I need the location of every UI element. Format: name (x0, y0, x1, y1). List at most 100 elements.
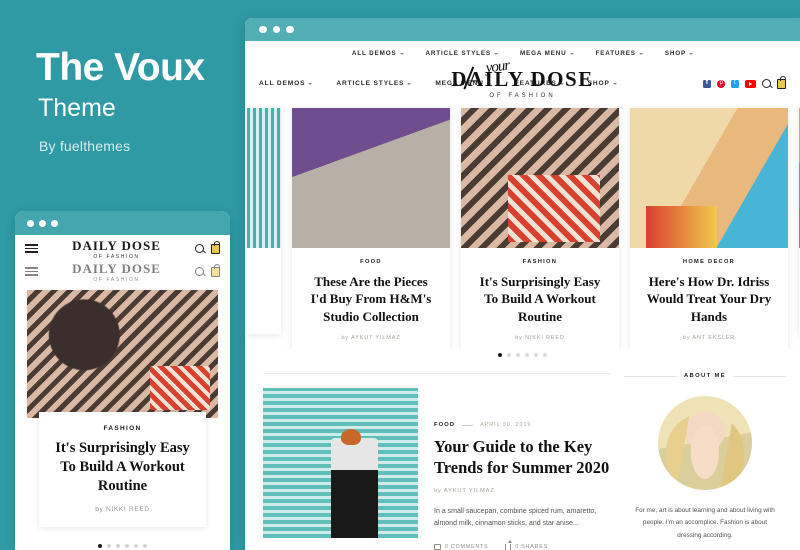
youtube-icon[interactable] (745, 79, 756, 88)
site-logo[interactable]: DAILY DOSE your OF FASHION (451, 57, 593, 98)
chevron-down-icon (612, 82, 617, 85)
promo-subtitle: Theme (38, 94, 116, 122)
minimize-dot-icon[interactable] (272, 25, 280, 34)
featured-carousel: FOOD These Are the Pieces I'd Buy From H… (245, 104, 800, 349)
avatar (658, 396, 752, 490)
carousel-dot[interactable] (116, 543, 120, 548)
nav-top-item-article-styles[interactable]: ARTICLE STYLES (426, 50, 498, 57)
mobile-header-icons (195, 240, 220, 254)
meta-divider (462, 424, 474, 426)
card-title[interactable]: Here's How Dr. Idriss Would Treat Your D… (643, 273, 775, 325)
card-title[interactable]: It's Surprisingly Easy To Build A Workou… (474, 273, 606, 325)
mobile-card-author: by NIKKI REED (95, 505, 150, 513)
twitter-icon[interactable] (731, 79, 739, 88)
mobile-header-icons-sticky (195, 263, 220, 277)
nav-label: MEGA MENU (519, 50, 567, 57)
nav-top-item-mega-menu[interactable]: MEGA MENU (520, 50, 574, 57)
mobile-mockup: DAILY DOSE OF FASHION DAILY DOSE OF FASH… (15, 211, 230, 550)
search-icon[interactable] (762, 79, 771, 88)
desktop-mockup: ALL DEMOS ARTICLE STYLES MEGA MENU FEATU… (245, 18, 800, 550)
chevron-down-icon (399, 52, 404, 55)
close-dot-icon[interactable] (259, 25, 267, 34)
mobile-featured-card[interactable]: FASHION It's Surprisingly Easy To Build … (39, 412, 206, 527)
carousel-card-1[interactable]: FOOD These Are the Pieces I'd Buy From H… (292, 108, 450, 349)
carousel-dot[interactable] (534, 353, 538, 357)
post-body: FOOD APRIL 30, 2019 Your Guide to the Ke… (434, 388, 610, 550)
carousel-dot[interactable] (525, 353, 529, 357)
logo-script-text: your (484, 57, 510, 76)
card-title[interactable]: These Are the Pieces I'd Buy From H&M's … (305, 273, 437, 325)
maximize-dot-icon[interactable] (51, 219, 58, 227)
hamburger-menu-icon[interactable] (25, 244, 38, 253)
about-me-title: ABOUT ME (683, 373, 727, 379)
nav-item-all-demos[interactable]: ALL DEMOS (259, 80, 313, 87)
search-icon[interactable] (195, 244, 204, 253)
mobile-header-sticky: DAILY DOSE OF FASHION (15, 258, 230, 285)
pinterest-icon[interactable] (717, 79, 725, 88)
carousel-dot[interactable] (498, 353, 502, 357)
cart-icon[interactable] (211, 240, 220, 254)
chevron-down-icon (638, 52, 643, 55)
mobile-logo-line1: DAILY DOSE (72, 260, 161, 276)
nav-top-item-all-demos[interactable]: ALL DEMOS (352, 50, 404, 57)
card-image (461, 108, 619, 248)
browser-chrome-bar (245, 18, 800, 41)
search-icon[interactable] (195, 267, 204, 276)
mobile-site-logo-sticky[interactable]: DAILY DOSE OF FASHION (72, 261, 161, 283)
post-title[interactable]: Your Guide to the Key Trends for Summer … (434, 436, 610, 478)
carousel-dot[interactable] (543, 353, 547, 357)
content-area: FOOD APRIL 30, 2019 Your Guide to the Ke… (245, 357, 800, 550)
card-category[interactable]: FOOD (305, 259, 437, 265)
post-thumbnail[interactable] (263, 388, 418, 538)
mobile-hero-image[interactable] (27, 290, 218, 418)
nav-item-article-styles[interactable]: ARTICLE STYLES (336, 80, 412, 87)
about-me-text: For me, art is about learning and about … (635, 507, 775, 539)
nav-label: ALL DEMOS (259, 80, 306, 87)
shares-stat[interactable]: 0 SHARES (505, 539, 548, 550)
card-category[interactable]: HOME DECOR (643, 259, 775, 265)
card-author: by NIKKI REED (515, 334, 565, 341)
nav-label: ALL DEMOS (351, 50, 397, 57)
card-category[interactable]: FASHION (474, 259, 606, 265)
mobile-carousel-dots (15, 543, 230, 548)
carousel-dot[interactable] (107, 543, 111, 548)
nav-label: ARTICLE STYLES (425, 50, 491, 57)
carousel-dot[interactable] (516, 353, 520, 357)
chevron-down-icon (569, 52, 574, 55)
close-dot-icon[interactable] (27, 219, 34, 227)
post-author: by AYKUT YILMAZ (434, 488, 495, 495)
carousel-dot[interactable] (125, 543, 129, 548)
minimize-dot-icon[interactable] (39, 219, 46, 227)
card-author: by ANT EKSLER (682, 334, 736, 341)
top-navigation-bar: ALL DEMOS ARTICLE STYLES MEGA MENU FEATU… (245, 41, 800, 63)
mobile-card-category[interactable]: FASHION (49, 425, 196, 432)
comment-icon (434, 544, 441, 550)
carousel-dot[interactable] (143, 543, 147, 548)
carousel-dot[interactable] (134, 543, 138, 548)
post-category[interactable]: FOOD (434, 422, 455, 428)
share-icon (505, 539, 512, 550)
hamburger-menu-icon[interactable] (25, 267, 38, 276)
mobile-site-logo[interactable]: DAILY DOSE OF FASHION (72, 238, 161, 260)
cart-icon[interactable] (777, 75, 786, 89)
facebook-icon[interactable] (703, 79, 711, 88)
promo-byline: By fuelthemes (39, 138, 131, 154)
mobile-viewport: DAILY DOSE OF FASHION DAILY DOSE OF FASH… (15, 235, 230, 550)
post-excerpt: In a small saucepan, combine spiced rum,… (434, 508, 597, 528)
chevron-down-icon (407, 82, 412, 85)
post-preview: FOOD APRIL 30, 2019 Your Guide to the Ke… (263, 373, 610, 550)
card-image (292, 108, 450, 248)
nav-top-item-features[interactable]: FEATURES (596, 50, 643, 57)
cart-icon[interactable] (211, 263, 220, 277)
comments-stat[interactable]: 0 COMMENTS (434, 544, 488, 550)
carousel-dot[interactable] (507, 353, 511, 357)
post-date: APRIL 30, 2019 (480, 422, 532, 428)
mobile-card-title[interactable]: It's Surprisingly Easy To Build A Workou… (49, 439, 196, 496)
carousel-card-3[interactable]: HOME DECOR Here's How Dr. Idriss Would T… (630, 108, 788, 349)
carousel-dot[interactable] (98, 543, 102, 548)
carousel-card-partial-left[interactable] (247, 108, 281, 334)
chevron-down-icon (308, 82, 313, 85)
carousel-card-2[interactable]: FASHION It's Surprisingly Easy To Build … (461, 108, 619, 349)
nav-top-item-shop[interactable]: SHOP (665, 50, 694, 57)
maximize-dot-icon[interactable] (286, 25, 294, 34)
